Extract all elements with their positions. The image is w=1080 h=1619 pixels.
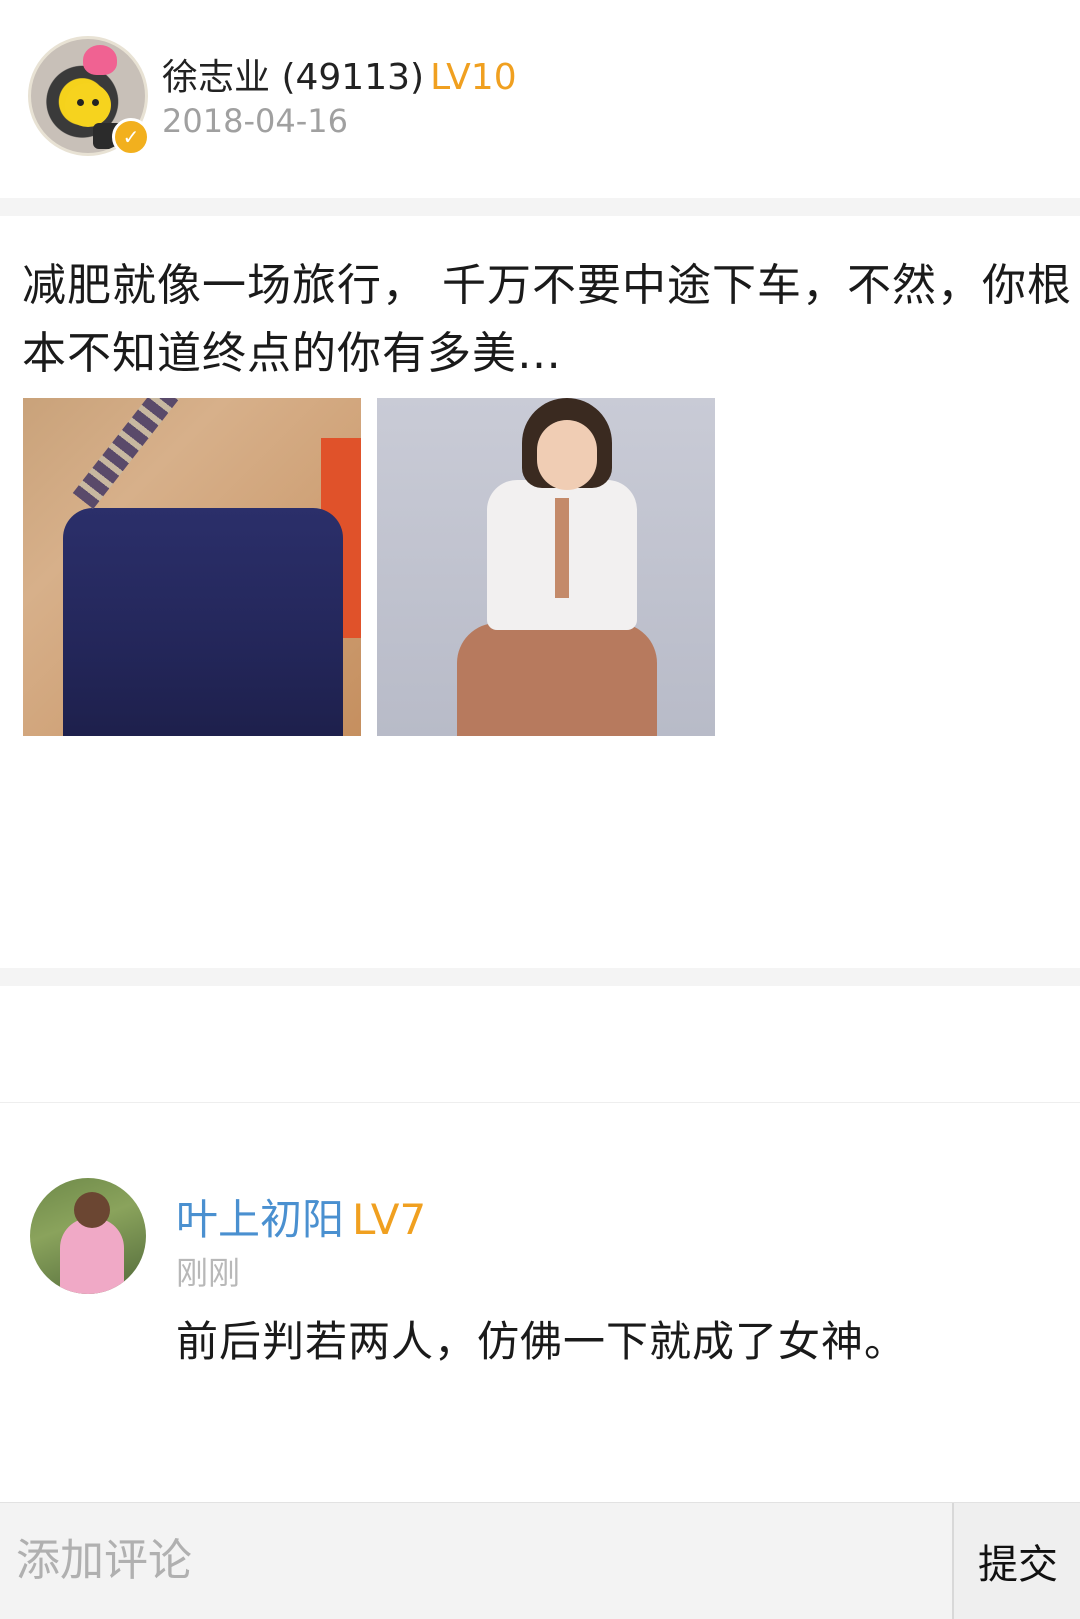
verified-badge-icon: ✓ xyxy=(112,118,150,156)
comment-text: 前后判若两人，仿佛一下就成了女神。 xyxy=(176,1317,908,1366)
section-divider xyxy=(0,968,1080,986)
author-name[interactable]: 徐志业 (49113) xyxy=(162,57,424,98)
comment-author-level: LV7 xyxy=(352,1195,427,1244)
post-date: 2018-04-16 xyxy=(162,102,348,140)
comment-input-bar: 添加评论 提交 xyxy=(0,1502,1080,1619)
comment-author-line[interactable]: 叶上初阳 LV7 xyxy=(176,1186,426,1247)
author-name-line[interactable]: 徐志业 (49113) LV10 xyxy=(162,48,517,100)
section-divider xyxy=(0,198,1080,216)
submit-button[interactable]: 提交 xyxy=(956,1503,1080,1619)
photo-pants xyxy=(457,623,657,736)
photo-strap xyxy=(72,398,303,510)
avatar-head xyxy=(74,1192,110,1228)
photo-tie xyxy=(555,498,569,598)
author-level: LV10 xyxy=(430,57,517,98)
comment-author[interactable]: 叶上初阳 xyxy=(176,1195,344,1244)
photo-dress xyxy=(63,508,343,736)
comment-time: 刚刚 xyxy=(176,1254,241,1292)
comment-input[interactable]: 添加评论 xyxy=(0,1503,954,1619)
avatar-face xyxy=(65,83,111,127)
photo-head xyxy=(537,420,597,490)
photo-before[interactable] xyxy=(23,398,361,736)
comments-divider xyxy=(0,1102,1080,1103)
avatar-hat xyxy=(83,45,117,75)
post-text: 减肥就像一场旅行， 千万不要中途下车，不然，你根本不知道终点的你有多美… xyxy=(22,260,1072,379)
avatar-body xyxy=(60,1218,124,1294)
commenter-avatar[interactable] xyxy=(30,1178,146,1294)
photo-after[interactable] xyxy=(377,398,715,736)
